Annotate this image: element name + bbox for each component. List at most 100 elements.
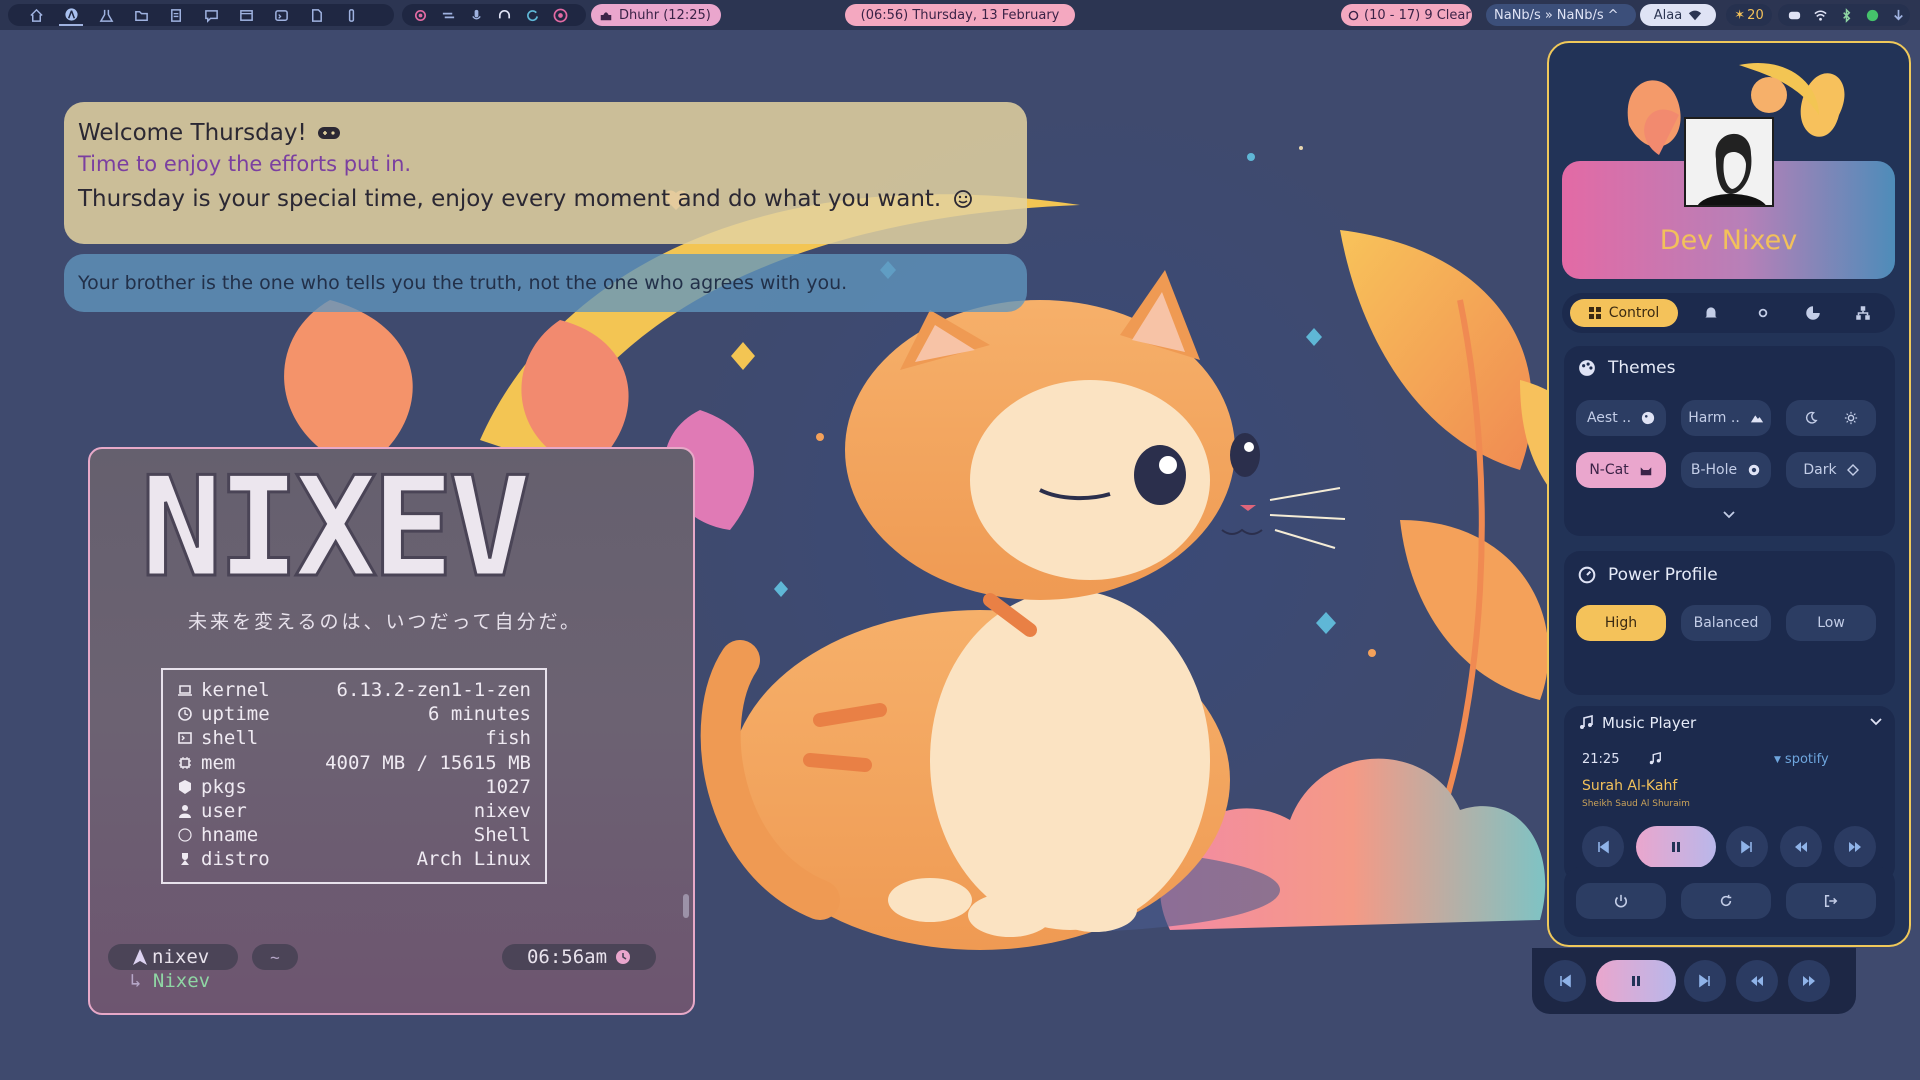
- music-player-header: Music Player: [1578, 714, 1696, 732]
- spotify-icon[interactable]: [548, 4, 572, 26]
- power-high-label: High: [1604, 615, 1638, 631]
- tab-stats[interactable]: [1804, 304, 1822, 322]
- prompt-time: 06:56am: [502, 944, 656, 970]
- prayer-time[interactable]: Dhuhr (12:25): [591, 4, 721, 26]
- pie-icon: [1806, 306, 1820, 320]
- fetch-row-mem: mem 4007 MB / 15615 MB: [177, 751, 531, 775]
- weather-icon: [1348, 10, 1359, 20]
- wifi-icon[interactable]: [1808, 4, 1832, 26]
- terminal-scrollbar[interactable]: [683, 894, 689, 918]
- arch-icon[interactable]: [59, 4, 83, 26]
- theme-bhole-label: B-Hole: [1690, 462, 1738, 478]
- music-source[interactable]: ▼ spotify: [1774, 752, 1829, 767]
- fetch-value: 4007 MB / 15615 MB: [325, 751, 531, 774]
- chat-icon[interactable]: [199, 4, 223, 26]
- rewind-button[interactable]: [1780, 826, 1822, 868]
- next-button[interactable]: [1726, 826, 1768, 868]
- dock-prev-button[interactable]: [1544, 960, 1586, 1002]
- fetch-key: uptime: [201, 703, 270, 726]
- theme-ncat-label: N-Cat: [1589, 462, 1629, 478]
- tab-network[interactable]: [1854, 304, 1872, 322]
- record-icon[interactable]: [408, 4, 432, 26]
- headphones-icon[interactable]: [492, 4, 516, 26]
- wave-icon[interactable]: [436, 4, 460, 26]
- bell-icon: ✶: [1734, 7, 1746, 23]
- chevron-down-icon[interactable]: [1870, 718, 1882, 726]
- music-source-label: spotify: [1784, 752, 1829, 767]
- prompt-time-label: 06:56am: [526, 946, 608, 968]
- mountain-icon: [1750, 415, 1763, 423]
- fetch-key: pkgs: [201, 775, 247, 798]
- fetch-value: 1027: [485, 775, 531, 798]
- fetch-key: mem: [201, 751, 236, 774]
- dock-pause-button[interactable]: [1596, 960, 1676, 1002]
- prompt-host: ↳ Nixev: [130, 970, 210, 992]
- network-speed[interactable]: NaNb/s » NaNb/s ^: [1486, 4, 1636, 26]
- weather-label: (10 - 17) 9 Clear: [1364, 7, 1471, 23]
- fetch-value: Arch Linux: [416, 848, 531, 871]
- mic-icon[interactable]: [464, 4, 488, 26]
- down-arrow-icon: »: [1544, 7, 1553, 23]
- reboot-button[interactable]: [1681, 883, 1771, 919]
- discord-icon[interactable]: [1782, 4, 1806, 26]
- dock-rewind-button[interactable]: [1736, 960, 1778, 1002]
- power-low-button[interactable]: Low: [1786, 605, 1876, 641]
- welcome-subtitle: Time to enjoy the efforts put in.: [78, 152, 412, 176]
- terminal-icon[interactable]: [269, 4, 293, 26]
- fetch-value: nixev: [473, 800, 531, 823]
- flask-icon[interactable]: [94, 4, 118, 26]
- prompt-user-label: nixev: [152, 946, 210, 968]
- system-tray: [1778, 4, 1910, 26]
- home-icon[interactable]: [24, 4, 48, 26]
- window-icon[interactable]: [234, 4, 258, 26]
- notifications[interactable]: ✶ 20: [1726, 4, 1772, 26]
- power-profile-panel: Power Profile High Balanced Low: [1564, 551, 1895, 695]
- theme-ncat-button[interactable]: N-Cat: [1576, 452, 1666, 488]
- power-balanced-button[interactable]: Balanced: [1681, 605, 1771, 641]
- logout-button[interactable]: [1786, 883, 1876, 919]
- tab-control[interactable]: Control: [1570, 299, 1678, 327]
- fetch-row-uptime: uptime 6 minutes: [177, 702, 531, 726]
- tab-circle[interactable]: [1754, 304, 1772, 322]
- power-dot-icon[interactable]: [1860, 4, 1884, 26]
- power-profile-title: Power Profile: [1608, 565, 1718, 585]
- clock-icon: [177, 706, 201, 722]
- pause-button[interactable]: [1636, 826, 1716, 868]
- themes-panel: Themes Aest .. Harm .. N-Cat B-Hole Dark: [1564, 346, 1895, 536]
- music-player-panel: Music Player 21:25 ▼ spotify Surah Al-Ka…: [1564, 706, 1895, 882]
- pen-icon[interactable]: [339, 4, 363, 26]
- power-high-button[interactable]: High: [1576, 605, 1666, 641]
- welcome-card: Welcome Thursday! Time to enjoy the effo…: [64, 102, 1027, 244]
- folder-icon[interactable]: [129, 4, 153, 26]
- palette-icon: [1579, 360, 1595, 376]
- dock-next-button[interactable]: [1684, 960, 1726, 1002]
- dock-forward-button[interactable]: [1788, 960, 1830, 1002]
- avatar[interactable]: [1684, 117, 1774, 207]
- theme-mode-toggle[interactable]: [1786, 400, 1876, 436]
- files-icon[interactable]: [164, 4, 188, 26]
- bluetooth-icon[interactable]: [1834, 4, 1858, 26]
- document-icon[interactable]: [304, 4, 328, 26]
- sync-icon[interactable]: [520, 4, 544, 26]
- previous-button[interactable]: [1582, 826, 1624, 868]
- diamond-icon: [1846, 464, 1859, 476]
- weather[interactable]: (10 - 17) 9 Clear: [1341, 4, 1472, 26]
- wifi-network[interactable]: Alaa: [1640, 4, 1716, 26]
- date-time[interactable]: (06:56) Thursday, 13 February: [845, 4, 1075, 26]
- network-icon: [1856, 306, 1870, 320]
- tab-notifications[interactable]: [1702, 304, 1720, 322]
- power-icon: [1615, 894, 1627, 908]
- fetch-row-user: user nixev: [177, 799, 531, 823]
- music-player-title: Music Player: [1602, 714, 1697, 732]
- theme-aesthetic-button[interactable]: Aest ..: [1576, 400, 1666, 436]
- forward-button[interactable]: [1834, 826, 1876, 868]
- terminal-window[interactable]: NIXEV 未来を変えるのは、いつだって自分だ。 kernel 6.13.2-ze…: [88, 447, 695, 1015]
- fetch-key: distro: [201, 848, 270, 871]
- shutdown-button[interactable]: [1576, 883, 1666, 919]
- chevron-down-icon[interactable]: [1722, 510, 1736, 520]
- theme-dark-button[interactable]: Dark: [1786, 452, 1876, 488]
- power-low-label: Low: [1817, 615, 1845, 631]
- download-icon[interactable]: [1886, 4, 1910, 26]
- theme-harmony-button[interactable]: Harm ..: [1681, 400, 1771, 436]
- theme-bhole-button[interactable]: B-Hole: [1681, 452, 1771, 488]
